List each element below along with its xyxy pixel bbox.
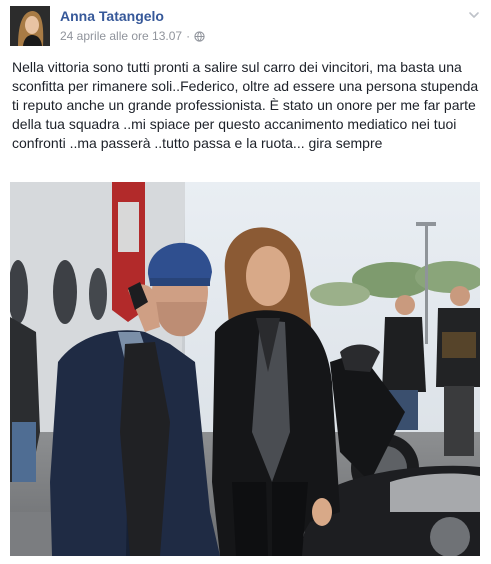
post-timestamp[interactable]: 24 aprile alle ore 13.07 — [60, 29, 182, 43]
meta-separator: · — [186, 29, 191, 43]
globe-icon[interactable] — [194, 30, 205, 42]
post-text: Nella vittoria sono tutti pronti a salir… — [12, 59, 479, 151]
author-name[interactable]: Anna Tatangelo — [60, 8, 164, 24]
post-photo[interactable] — [10, 182, 480, 556]
author-avatar[interactable] — [10, 6, 50, 46]
facebook-post: Anna Tatangelo 24 aprile alle ore 13.07 … — [0, 0, 491, 564]
chevron-down-icon[interactable] — [467, 8, 481, 22]
post-meta: 24 aprile alle ore 13.07 · — [60, 29, 205, 43]
